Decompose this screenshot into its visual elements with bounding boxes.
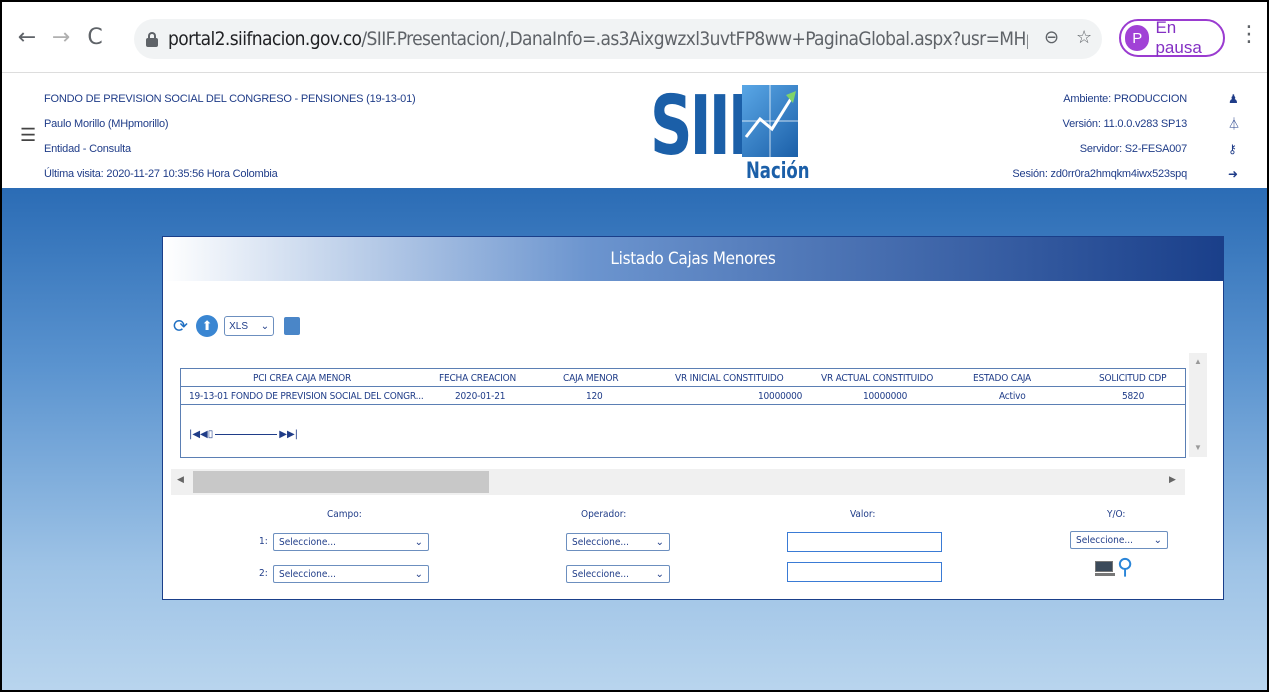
valor-label: Valor: [850,509,876,520]
session-id: Sesión: zd0rr0ra2hmqkm4iwx523spq [1012,168,1187,180]
siif-logo: SIIF Nación [644,75,814,187]
profile-button[interactable]: P En pausa [1119,18,1225,57]
bookmark-star-icon[interactable]: ☆ [1076,27,1092,48]
chevron-down-icon: ⌄ [1153,534,1162,546]
app-header: ☰ FONDO DE PREVISION SOCIAL DEL CONGRESO… [2,72,1267,188]
browser-menu-icon[interactable]: ⋮ [1238,22,1260,47]
url-path: /SIIF.Presentacion/,DanaInfo=.as3Aixgwzx… [361,28,1028,50]
column-header[interactable]: ESTADO CAJA [973,373,1031,384]
computer-icon[interactable] [1095,561,1115,577]
page-slider-track[interactable] [215,434,278,435]
table-cell: Activo [999,391,1026,402]
url-text[interactable]: portal2.siifnacion.gov.co/SIIF.Presentac… [168,28,1028,50]
grid-header-row: PCI CREA CAJA MENOR FECHA CREACION CAJA … [181,371,1185,387]
browser-toolbar: ← → C portal2.siifnacion.gov.co/SIIF.Pre… [2,2,1267,72]
column-header[interactable]: VR INICIAL CONSTITUIDO [675,373,784,384]
yo-select[interactable]: Seleccione... ⌄ [1070,531,1168,549]
url-host: portal2.siifnacion.gov.co [168,28,362,50]
cajas-menores-panel: Listado Cajas Menores ⟳ ⬆ XLS ⌄ PCI CREA… [162,236,1224,600]
table-cell: 5820 [1122,391,1145,402]
column-header[interactable]: FECHA CREACION [439,373,516,384]
results-grid: PCI CREA CAJA MENOR FECHA CREACION CAJA … [180,368,1186,458]
logo-subtext: Nación [746,159,810,184]
campo-select-1[interactable]: Seleccione... ⌄ [273,533,429,551]
valor-input-1[interactable] [787,532,942,552]
session-info-left: FONDO DE PREVISION SOCIAL DEL CONGRESO -… [44,87,416,187]
table-cell: 2020-01-21 [455,391,506,402]
back-button[interactable]: ← [12,22,42,52]
search-icon[interactable]: ⚲ [1117,555,1133,580]
column-header[interactable]: PCI CREA CAJA MENOR [253,373,351,384]
column-header[interactable]: SOLICITUD CDP [1099,373,1166,384]
chevron-down-icon: ⌄ [260,320,270,332]
export-document-icon[interactable] [284,317,301,335]
logout-icon[interactable]: ➜ [1228,162,1240,187]
chevron-down-icon: ⌄ [655,536,664,548]
pager: |◀◀ ▯ ▶▶| [189,429,298,440]
scroll-thumb[interactable] [193,471,489,493]
chevron-down-icon: ⌄ [414,536,423,548]
chevron-down-icon: ⌄ [655,568,664,580]
operador-select-value: Seleccione... [572,536,629,548]
key-icon[interactable]: ⚷ [1228,137,1240,162]
table-row[interactable]: 19-13-01 FONDO DE PREVISION SOCIAL DEL C… [181,389,1185,405]
table-cell: 19-13-01 FONDO DE PREVISION SOCIAL DEL C… [189,391,424,402]
logo-chart-icon [742,85,798,157]
filter-row-number: 2: [259,568,268,579]
yo-select-value: Seleccione... [1076,534,1133,546]
first-page-button[interactable]: |◀◀ [189,429,208,440]
header-icons: ♟ ⏃ ⚷ ➜ [1228,87,1240,187]
table-cell: 10000000 [863,391,908,402]
vertical-scrollbar[interactable]: ▲ ▼ [1189,353,1207,457]
column-header[interactable]: VR ACTUAL CONSTITUIDO [821,373,933,384]
panel-title: Listado Cajas Menores [163,237,1223,281]
scroll-down-icon[interactable]: ▼ [1194,443,1202,452]
horizontal-scrollbar[interactable]: ◀ ▶ [171,469,1185,495]
refresh-icon[interactable]: ⟳ [173,316,188,337]
column-header[interactable]: CAJA MENOR [563,373,619,384]
operador-label: Operador: [581,509,627,520]
export-format-select[interactable]: XLS ⌄ [224,316,275,336]
forward-button[interactable]: → [46,22,76,52]
profile-status: En pausa [1155,18,1202,57]
valor-input-2[interactable] [787,562,942,582]
page-slider-handle[interactable]: ▯ [208,429,214,440]
operador-select-2[interactable]: Seleccione... ⌄ [566,565,670,583]
reload-button[interactable]: C [80,22,110,52]
lock-icon[interactable] [146,31,158,47]
user-role: Entidad - Consulta [44,143,131,155]
scroll-left-icon[interactable]: ◀ [177,475,184,485]
campo-label: Campo: [327,509,362,520]
table-cell: 120 [586,391,603,402]
operador-select-1[interactable]: Seleccione... ⌄ [566,533,670,551]
filter-row-number: 1: [259,536,268,547]
version: Versión: 11.0.0.v283 SP13 [1062,118,1188,130]
last-page-button[interactable]: ▶▶| [279,429,298,440]
scroll-right-icon[interactable]: ▶ [1169,475,1176,485]
panel-toolbar: ⟳ ⬆ XLS ⌄ [173,315,301,337]
last-visit: Última visita: 2020-11-27 10:35:56 Hora … [44,168,278,180]
user-name: Paulo Morillo (MHpmorillo) [44,118,169,130]
campo-select-value: Seleccione... [279,536,336,548]
screen: ← → C portal2.siifnacion.gov.co/SIIF.Pre… [0,0,1269,692]
upload-icon[interactable]: ⬆ [196,315,219,337]
institution-icon[interactable]: ⏃ [1228,112,1240,137]
export-format-value: XLS [229,320,248,332]
chevron-down-icon: ⌄ [414,568,423,580]
yo-label: Y/O: [1107,509,1126,520]
hamburger-menu-icon[interactable]: ☰ [20,125,36,146]
environment: Ambiente: PRODUCCION [1063,93,1187,105]
session-info-right: Ambiente: PRODUCCION Versión: 11.0.0.v28… [1012,87,1187,187]
operador-select-value: Seleccione... [572,568,629,580]
campo-select-2[interactable]: Seleccione... ⌄ [273,565,429,583]
zoom-icon[interactable]: ⊖ [1044,27,1059,48]
address-bar[interactable]: portal2.siifnacion.gov.co/SIIF.Presentac… [134,19,1102,59]
users-icon[interactable]: ♟ [1228,87,1240,112]
avatar: P [1125,25,1150,51]
server: Servidor: S2-FESA007 [1079,143,1187,155]
table-cell: 10000000 [758,391,803,402]
campo-select-value: Seleccione... [279,568,336,580]
scroll-up-icon[interactable]: ▲ [1194,357,1202,366]
entity-name: FONDO DE PREVISION SOCIAL DEL CONGRESO -… [44,93,416,105]
